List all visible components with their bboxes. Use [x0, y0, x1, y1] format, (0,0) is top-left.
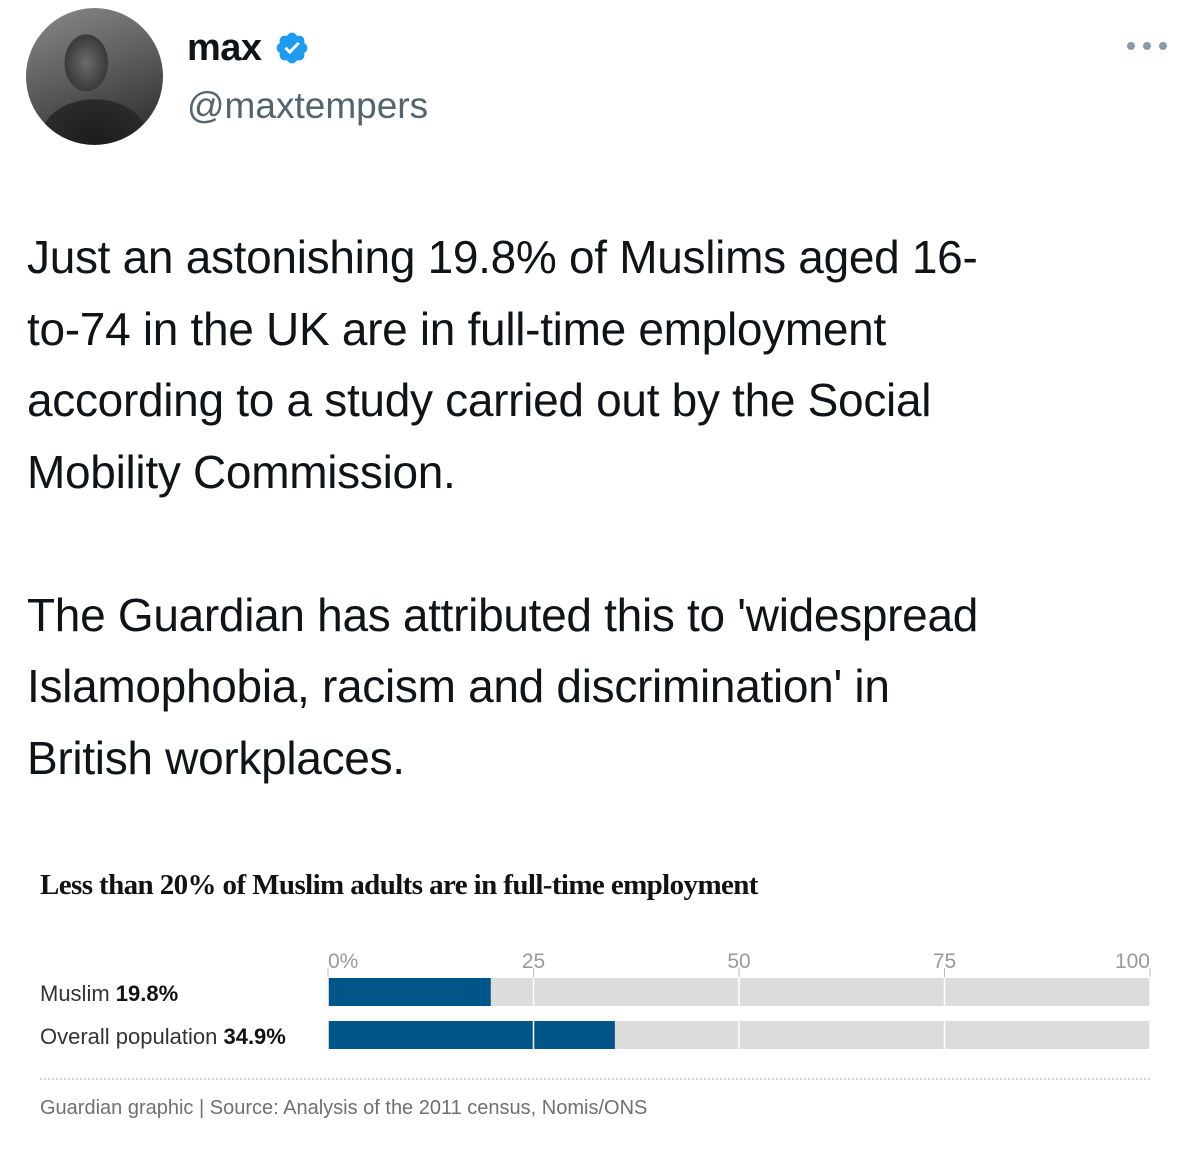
tick-label: 75	[933, 950, 956, 973]
verified-badge-icon	[276, 32, 307, 64]
tick-label: 50	[727, 950, 750, 973]
author-avatar[interactable]	[26, 8, 163, 145]
more-options-icon[interactable]	[1126, 38, 1168, 54]
tick-label: 100	[1115, 950, 1150, 973]
tick-label: 25	[522, 950, 545, 973]
chart-source: Guardian graphic | Source: Analysis of t…	[40, 1097, 648, 1119]
bar-1	[328, 1021, 615, 1049]
author-name-row: max	[187, 26, 310, 70]
author-name[interactable]: max	[187, 26, 262, 70]
tick-label: 0%	[328, 950, 358, 973]
author-handle[interactable]: @maxtempers	[187, 84, 428, 128]
tweet-text: Just an astonishing 19.8% of Muslims age…	[27, 231, 979, 784]
bar-0	[328, 978, 491, 1006]
bar-chart: 0% 25 50 75 100	[40, 950, 1151, 1080]
